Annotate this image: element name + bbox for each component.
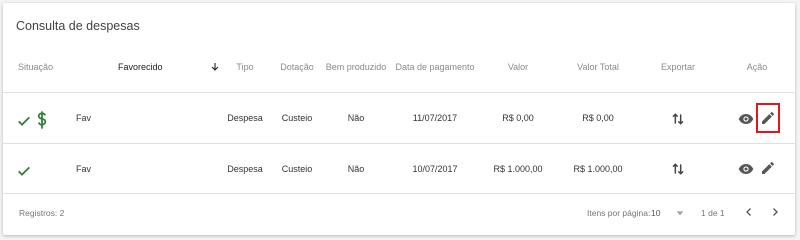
items-per-page-label: Itens por página: [587,208,651,218]
page-title: Consulta de despesas [16,19,140,33]
items-per-page-select[interactable]: 10 [651,208,660,218]
row2-favorecido: Fav [76,164,92,174]
header-data-pagamento[interactable]: Data de pagamento [395,62,474,72]
header-acao: Ação [746,62,768,72]
table-bottom-divider [3,193,795,194]
eye-icon[interactable] [737,161,755,177]
eye-icon[interactable] [737,111,755,127]
header-tipo[interactable]: Tipo [236,62,253,72]
page-range: 1 de 1 [701,208,725,218]
row1-tipo: Despesa [227,113,263,123]
row2-tipo: Despesa [227,164,263,174]
row1-bem-produzido: Não [347,113,365,123]
row-divider [3,143,795,144]
check-icon [18,116,30,126]
pencil-icon[interactable] [760,110,776,126]
pencil-icon[interactable] [760,160,776,176]
row2-bem-produzido: Não [347,164,365,174]
export-swap-icon[interactable] [670,111,686,127]
header-bem-produzido[interactable]: Bem produzido [326,62,387,72]
chevron-right-icon[interactable] [769,205,781,219]
sort-arrow-down-icon[interactable] [209,61,221,73]
header-valor-total[interactable]: Valor Total [577,62,619,72]
row1-favorecido: Fav [76,113,92,123]
header-divider [3,92,795,93]
row1-data-pagamento: 11/07/2017 [412,113,458,123]
header-exportar: Exportar [660,62,696,72]
row2-valor-total: R$ 1.000,00 [573,164,623,174]
row1-dotacao: Custeio [281,113,313,123]
row2-dotacao: Custeio [281,164,313,174]
row1-valor-total: R$ 0,00 [582,113,614,123]
chevron-left-icon[interactable] [743,205,755,219]
header-situacao[interactable]: Situação [18,62,53,72]
row2-data-pagamento: 10/07/2017 [412,164,458,174]
export-swap-icon[interactable] [670,161,686,177]
check-icon [18,166,30,176]
row2-valor: R$ 1.000,00 [493,164,543,174]
dollar-icon [37,111,47,129]
dropdown-arrow-icon[interactable] [676,209,684,217]
header-dotacao[interactable]: Dotação [280,62,314,72]
header-valor[interactable]: Valor [508,62,528,72]
records-count: Registros: 2 [19,208,65,218]
header-favorecido[interactable]: Favorecido [118,62,163,72]
row1-valor: R$ 0,00 [502,113,534,123]
